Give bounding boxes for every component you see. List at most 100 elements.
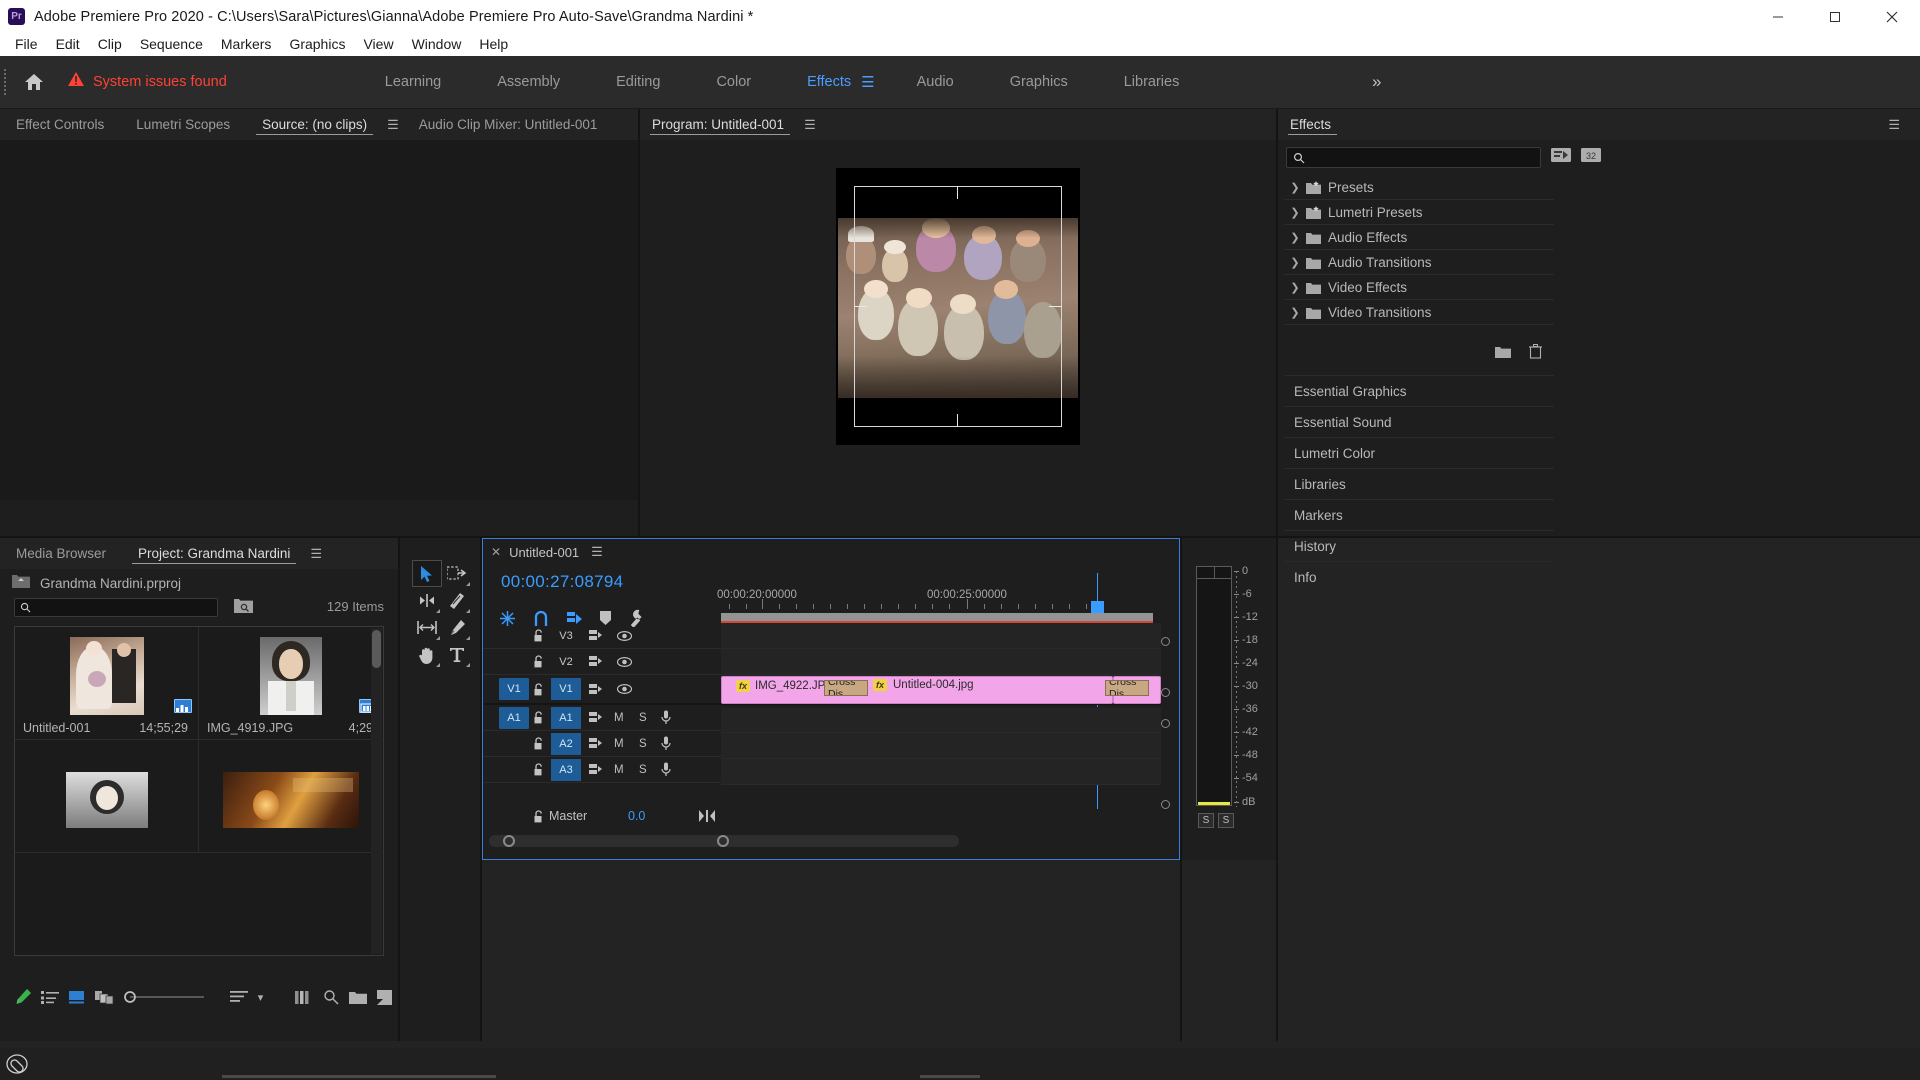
meter-solo-button-left[interactable]: S [1198,813,1214,828]
effects-search-field[interactable] [1286,147,1541,168]
bin-item-3[interactable] [15,740,199,853]
microphone-icon[interactable] [661,736,671,751]
delete-custom-item-icon[interactable] [1529,344,1542,364]
workspace-menu-icon[interactable]: ☰ [861,73,888,91]
panel-grip[interactable] [0,56,10,109]
unlock-icon[interactable] [533,629,544,642]
sync-lock-icon[interactable] [589,737,603,750]
track-height-handle-v[interactable] [1161,637,1170,646]
divider-top-bottom[interactable] [0,536,1920,538]
tab-media-browser[interactable]: Media Browser [0,538,122,569]
chevron-right-icon[interactable]: ❯ [1284,281,1306,294]
close-button[interactable] [1863,0,1920,33]
program-panel-menu-icon[interactable]: ☰ [800,117,820,133]
sync-lock-icon[interactable] [589,655,603,668]
unlock-icon[interactable] [533,711,544,724]
menu-window[interactable]: Window [403,33,471,56]
panel-tab-info[interactable]: Info [1284,561,1554,592]
timeline-panel-menu-icon[interactable]: ☰ [587,544,607,560]
new-item-icon[interactable] [371,981,398,1013]
sync-lock-icon[interactable] [589,763,603,776]
bin-scrollbar[interactable] [371,628,382,954]
track-height-handle-a[interactable] [1161,719,1170,728]
chevron-right-icon[interactable]: ❯ [1284,231,1306,244]
slip-tool[interactable] [412,614,442,641]
menu-view[interactable]: View [354,33,402,56]
project-search-input[interactable] [14,598,218,617]
workspace-tab-audio[interactable]: Audio [889,56,982,109]
effects-tree-item-audio-effects[interactable]: ❯ Audio Effects [1284,225,1554,250]
panel-tab-essential-sound[interactable]: Essential Sound [1284,406,1554,437]
track-select-forward-tool[interactable] [442,560,472,587]
timeline-horizontal-scrollbar[interactable] [489,835,959,847]
automate-to-sequence-icon[interactable] [290,981,317,1013]
effects-tree-item-audio-transitions[interactable]: ❯ Audio Transitions [1284,250,1554,275]
workspace-overflow-icon[interactable]: » [1372,72,1381,92]
track-label[interactable]: A3 [551,759,581,781]
unlock-icon[interactable] [533,763,544,776]
tab-project[interactable]: Project: Grandma Nardini [122,538,306,569]
pen-tool-icon[interactable] [10,981,37,1013]
unlock-icon[interactable] [533,683,544,696]
taskbar-item-other[interactable] [920,1075,980,1078]
workspace-tab-color[interactable]: Color [688,56,779,109]
effects-panel-menu-icon[interactable]: ☰ [1884,117,1904,133]
eye-icon[interactable] [617,657,632,667]
audio-meter-bars[interactable] [1196,566,1232,806]
track-mute-button[interactable]: M [614,738,624,750]
track-header-v2[interactable]: V2 [483,649,721,675]
find-icon[interactable] [317,981,344,1013]
unlock-icon[interactable] [533,810,544,823]
work-area-bar[interactable] [721,613,1153,621]
project-bin-area[interactable]: Untitled-001 14;55;29 IMG_4919.JPG [14,626,384,956]
creative-cloud-icon[interactable] [6,1054,28,1074]
effects-tree-item-presets[interactable]: ❯ Presets [1284,175,1554,200]
divider-source-program[interactable] [638,109,640,537]
menu-help[interactable]: Help [470,33,517,56]
parent-bin-icon[interactable] [12,573,30,593]
track-solo-button[interactable]: S [639,764,647,776]
track-height-handle-v1[interactable] [1161,688,1170,697]
track-header-a2[interactable]: A2 M S [483,731,721,757]
timeline-ruler[interactable]: 00:00:20:00000 00:00:25:00000 [721,579,1173,613]
panel-tab-libraries[interactable]: Libraries [1284,468,1554,499]
chevron-right-icon[interactable]: ❯ [1284,306,1306,319]
tab-lumetri-scopes[interactable]: Lumetri Scopes [120,109,246,140]
workspace-tab-graphics[interactable]: Graphics [982,56,1096,109]
project-file-name[interactable]: Grandma Nardini.prproj [40,576,181,591]
chevron-down-icon[interactable]: ▾ [253,981,268,1013]
menu-graphics[interactable]: Graphics [280,33,354,56]
panel-tab-lumetri-color[interactable]: Lumetri Color [1284,437,1554,468]
bin-item-untitled-001[interactable]: Untitled-001 14;55;29 [15,627,199,740]
sync-lock-icon[interactable] [589,683,603,696]
track-target-a1[interactable]: A1 [499,707,529,729]
scroll-knob-right[interactable] [717,835,729,847]
menu-clip[interactable]: Clip [89,33,131,56]
tab-source[interactable]: Source: (no clips) [246,109,383,140]
source-panel-menu-icon[interactable]: ☰ [383,117,403,133]
timeline-playhead-timecode[interactable]: 00:00:27:08794 [501,572,623,592]
track-label[interactable]: A2 [551,733,581,755]
new-custom-bin-icon[interactable] [1495,345,1511,363]
bin-item-4[interactable] [199,740,383,853]
track-header-v1[interactable]: V1 V1 [483,675,721,705]
sort-icon[interactable] [226,981,253,1013]
menu-file[interactable]: File [6,33,47,56]
timeline-tracks-area[interactable]: fx IMG_4922.JPG Cross Dis fx Untitled-00… [721,623,1161,823]
track-header-a1[interactable]: A1 A1 M S [483,705,721,731]
new-bin-icon[interactable] [344,981,371,1013]
meter-solo-button-right[interactable]: S [1218,813,1234,828]
ripple-edit-tool[interactable] [412,587,442,614]
microphone-icon[interactable] [661,710,671,725]
workspace-tab-effects[interactable]: Effects [779,56,861,109]
panel-tab-history[interactable]: History [1284,530,1554,561]
tab-audio-clip-mixer[interactable]: Audio Clip Mixer: Untitled-001 [403,109,614,140]
home-icon[interactable] [10,56,58,109]
master-value[interactable]: 0.0 [628,809,645,823]
system-issues-indicator[interactable]: System issues found [68,72,227,92]
hand-tool[interactable] [412,641,442,668]
program-viewer-area[interactable] [640,140,1276,520]
scroll-knob-left[interactable] [503,835,515,847]
meter-clip-indicators[interactable] [1197,567,1231,579]
track-solo-button[interactable]: S [639,738,647,750]
